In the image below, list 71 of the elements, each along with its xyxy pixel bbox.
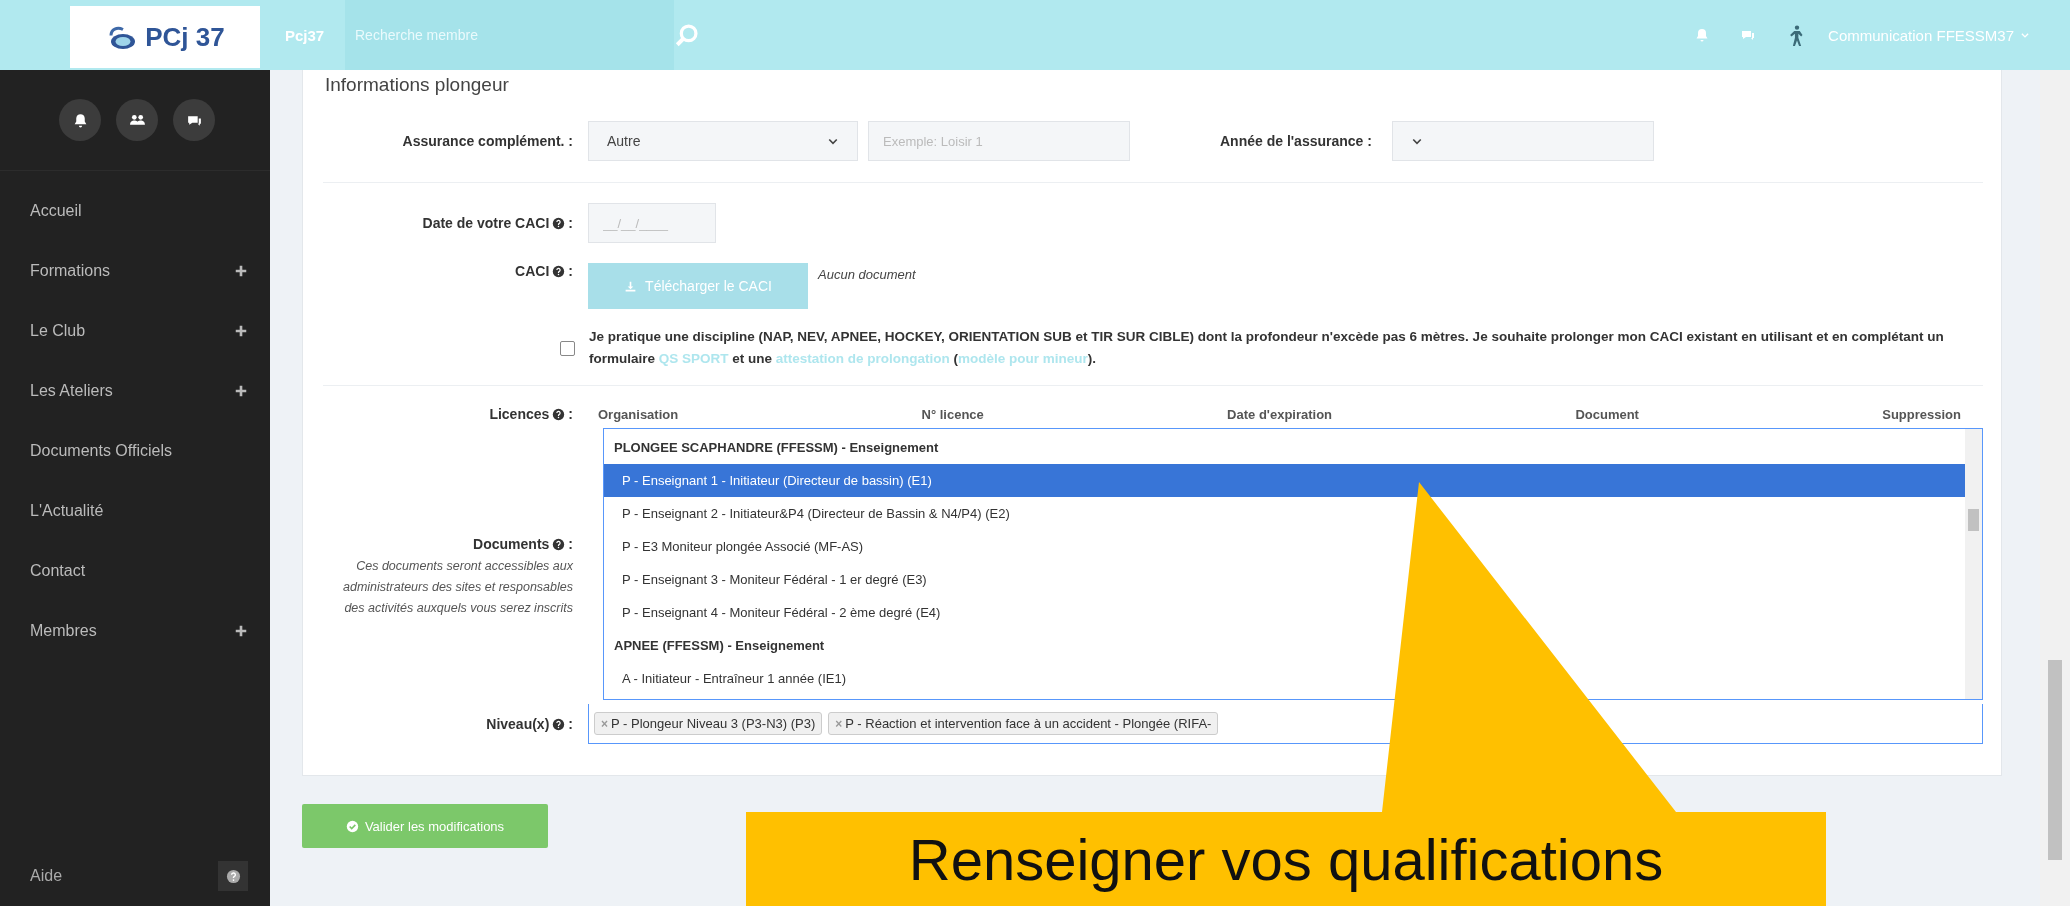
- plus-icon: [234, 264, 248, 278]
- icon-button[interactable]: [173, 99, 215, 141]
- insurance-select[interactable]: Autre: [588, 121, 858, 161]
- question-icon[interactable]: [552, 216, 566, 230]
- plus-icon: [234, 624, 248, 638]
- dropdown-option[interactable]: P - Enseignant 4 - Moniteur Fédéral - 2 ème degré (E4): [604, 596, 1965, 629]
- tag-text: P - Plongeur Niveau 3 (P3-N3) (P3): [611, 716, 816, 731]
- check-circle-icon: [345, 819, 359, 833]
- option-group-label: PLONGEE SCAPHANDRE (FFESSM) - Enseignement: [613, 439, 940, 457]
- field-label: Licences: [489, 406, 550, 422]
- field-label: Année de l'assurance :: [1220, 133, 1372, 149]
- search-field[interactable]: Recherche membre: [345, 0, 674, 70]
- dropdown-option[interactable]: A - Initiateur - Entraîneur 1 année (IE1): [604, 662, 1965, 695]
- question-icon[interactable]: [552, 407, 566, 421]
- tag[interactable]: × P - Réaction et intervention face à un accident - Plongée (RIFA-: [828, 712, 1219, 735]
- column-header: Date d'expiration: [1227, 406, 1333, 422]
- consent-text: Je pratique une discipline (NAP, NEV, APNEE, HOCKEY, ORIENTATION SUB et TIR SUR CIBLE) dont la profondeur n'excède pas 6 mètres. Je souhaite prolonger mon CACI existant en utilisant et en complétant un formulaire QS SPORT et une attestation de prolongation (modèle pour mineur).: [589, 328, 1945, 368]
- menu-item[interactable]: Le Club: [0, 301, 270, 361]
- question-icon[interactable]: [552, 717, 566, 731]
- menu-item[interactable]: Documents Officiels: [0, 421, 270, 481]
- document-status: Aucun document: [818, 267, 916, 282]
- tag[interactable]: × P - Plongeur Niveau 3 (P3-N3) (P3): [594, 712, 823, 735]
- checkbox[interactable]: [560, 340, 575, 356]
- option-group-label: APNEE (FFESSM) - Enseignement: [613, 637, 826, 655]
- plus-icon: [234, 324, 248, 338]
- icon-button[interactable]: [59, 99, 101, 141]
- dropdown-list[interactable]: [603, 428, 1983, 700]
- label-colon: :: [568, 716, 573, 732]
- field-label: Niveau(x): [486, 716, 550, 732]
- menu-item[interactable]: Membres: [0, 601, 270, 661]
- insurance-detail-input[interactable]: Exemple: Loisir 1: [868, 121, 1130, 161]
- caret-icon: [2020, 30, 2030, 40]
- dropdown-option[interactable]: P - Enseignant 1 - Initiateur (Directeur de bassin) (E1): [604, 464, 1965, 497]
- menu-item[interactable]: Formations: [0, 241, 270, 301]
- label-colon: :: [568, 215, 573, 231]
- column-header: Document: [1575, 406, 1639, 422]
- column-header: N° licence: [921, 406, 984, 422]
- menu-item[interactable]: L'Actualité: [0, 481, 270, 541]
- field-label: CACI: [515, 263, 550, 279]
- download-icon: [624, 279, 638, 293]
- dropdown-option[interactable]: P - Enseignant 2 - Initiateur&P4 (Directeur de Bassin & N4/P4) (E2): [604, 497, 1965, 530]
- column-header: Suppression: [1882, 406, 1961, 422]
- help-text: Ces documents seront accessibles aux administrateurs des sites et responsables des activités auxquels vous serez inscrits: [342, 558, 573, 617]
- question-icon[interactable]: [552, 537, 566, 551]
- label-colon: :: [568, 263, 573, 279]
- date-input[interactable]: __/__/____: [588, 203, 716, 243]
- dropdown-option[interactable]: P - Enseignant 3 - Moniteur Fédéral - 1 er degré (E3): [604, 563, 1965, 596]
- help-link[interactable]: Aide: [30, 867, 63, 885]
- scrollbar[interactable]: [2040, 70, 2070, 906]
- menu-item[interactable]: Contact: [0, 541, 270, 601]
- dropdown-option[interactable]: P - E3 Moniteur plongée Associé (MF-AS): [604, 530, 1965, 563]
- question-icon[interactable]: [552, 264, 566, 278]
- field-label: Documents: [473, 536, 550, 552]
- field-label: Assurance complément. :: [402, 133, 573, 149]
- label-colon: :: [568, 536, 573, 552]
- tag-text: P - Réaction et intervention face à un accident - Plongée (RIFA-: [845, 716, 1212, 731]
- field-label: Date de votre CACI: [422, 215, 550, 231]
- help-button[interactable]: [218, 861, 248, 891]
- column-header: Organisation: [598, 406, 679, 422]
- menu-item[interactable]: Les Ateliers: [0, 361, 270, 421]
- plus-icon: [234, 384, 248, 398]
- section-title: Informations plongeur: [324, 74, 510, 97]
- scrollbar[interactable]: [1965, 429, 1982, 699]
- logo-text: PCj 37: [145, 21, 225, 53]
- select-value: Autre: [607, 133, 641, 149]
- icon-button[interactable]: [116, 99, 158, 141]
- question-icon: [225, 868, 241, 884]
- callout-text: Renseigner vos qualifications: [907, 825, 1665, 894]
- menu-item[interactable]: Accueil: [0, 181, 270, 241]
- label-colon: :: [568, 406, 573, 422]
- logo[interactable]: PCj 37: [70, 6, 260, 68]
